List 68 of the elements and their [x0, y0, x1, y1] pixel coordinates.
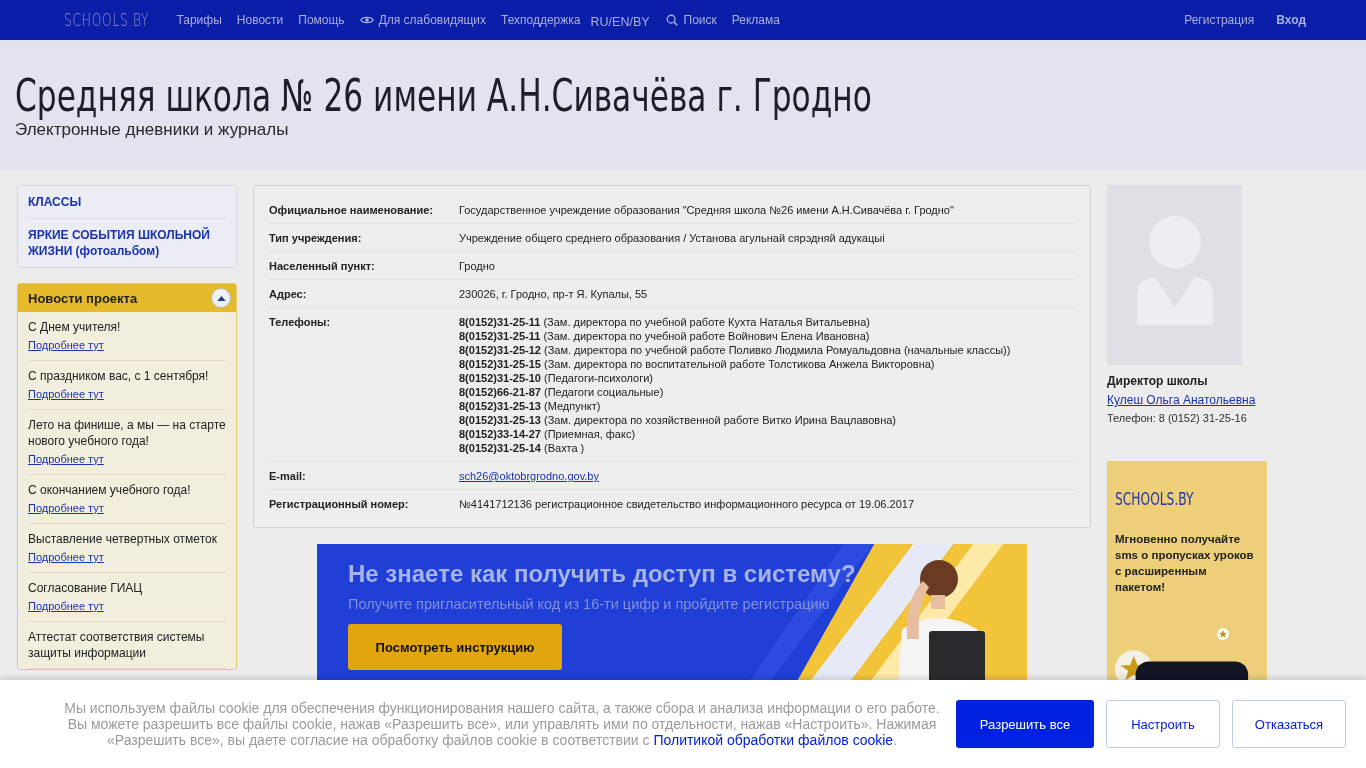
- news-title: Новости проекта: [28, 290, 138, 306]
- cookie-notice: Мы используем файлы cookie для обеспечения функционирования нашего сайта, а также сбора и анализа информации о его работе. Вы можете разрешить все файлы cookie, нажав «Разрешить все», или управлять ими по отдельности, нажав «Настроить». Нажимая «Разрешить все», вы даете согласие на обработку файлов cookie в соответствии с Политикой обработки файлов cookie.: [63, 700, 941, 748]
- banner-subheading: Получите пригласительный код из 16-ти цифр и пройдите регистрацию: [348, 596, 831, 612]
- info-label: E-mail:: [269, 469, 307, 483]
- info-value: Учреждение общего среднего образования / Установа агульнай сярэдняй адукацыі: [459, 231, 885, 245]
- ad-logo: SCHOOLS.BY: [1115, 489, 1194, 509]
- ad-text: Мгновенно получайте sms о пропусках уроков с расширенным пакетом!: [1115, 532, 1255, 595]
- more-link[interactable]: Подробнее тут: [28, 600, 104, 612]
- sidebar-item[interactable]: КЛАССЫ: [28, 186, 226, 219]
- instruction-button[interactable]: Посмотреть инструкцию: [348, 624, 562, 670]
- eye-icon: [359, 14, 374, 26]
- director-name-link[interactable]: Кулеш Ольга Анатольевна: [1107, 393, 1267, 407]
- account-link[interactable]: Регистрация: [1184, 13, 1255, 27]
- info-label: Тип учреждения:: [269, 231, 363, 245]
- info-value: 230026, г. Гродно, пр-т Я. Купалы, 55: [459, 287, 648, 301]
- phone-line: 8(0152)31-25-15 (Зам. директора по воспитательной работе Толстикова Анжела Викторовна): [459, 357, 936, 371]
- phone-line: 8(0152)31-25-10 (Педагоги-психологи): [459, 371, 655, 385]
- info-label: Адрес:: [269, 287, 308, 301]
- more-link[interactable]: Подробнее тут: [28, 551, 104, 563]
- phone-line: 8(0152)31-25-11 (Зам. директора по учебной работе Войнович Елена Ивановна): [459, 329, 871, 343]
- cookie-button[interactable]: Разрешить все: [956, 700, 1094, 748]
- news-item-title: С праздником вас, с 1 сентября!: [28, 368, 210, 384]
- phone-line: 8(0152)31-25-13 (Медпункт): [459, 399, 602, 413]
- more-link[interactable]: Подробнее тут: [28, 502, 104, 514]
- nav-link[interactable]: Техподдержка: [500, 13, 581, 27]
- nav-link[interactable]: Для слабовидящих: [359, 13, 486, 27]
- info-label: Телефоны:: [269, 315, 332, 330]
- phone-line: 8(0152)33-14-27 (Приемная, факс): [459, 427, 637, 441]
- info-label: Населенный пункт:: [269, 259, 376, 273]
- info-value: Государственное учреждение образования "Средняя школа №26 имени А.Н.Сивачёва г. Гродно": [459, 203, 954, 217]
- collapse-button[interactable]: [211, 288, 231, 308]
- email-link[interactable]: sch26@oktobrgrodno.gov.by: [459, 469, 599, 483]
- news-item-title: Аттестат соответствия системы защиты информации: [28, 629, 206, 661]
- news-item-title: Согласование ГИАЦ: [28, 580, 144, 596]
- star-icon: [1217, 628, 1229, 640]
- nav-link[interactable]: Тарифы: [176, 13, 222, 27]
- phone-line: 8(0152)66-21-87 (Педагоги социальные): [459, 385, 665, 399]
- cookie-policy-link[interactable]: Политикой обработки файлов cookie: [653, 732, 894, 748]
- news-item-title: С окончанием учебного года!: [28, 482, 192, 498]
- news-item-title: Выставление четвертных отметок: [28, 531, 218, 547]
- more-link[interactable]: Подробнее тут: [28, 388, 104, 400]
- info-value: Гродно: [459, 259, 495, 273]
- nav-link[interactable]: Новости: [236, 13, 284, 27]
- phone-line: 8(0152)31-25-11 (Зам. директора по учебной работе Кухта Наталья Витальевна): [459, 315, 871, 329]
- info-value: №4141712136 регистрационное свидетельство информационного ресурса от 19.06.2017: [459, 497, 914, 511]
- nav-link[interactable]: Помощь: [298, 13, 345, 27]
- phone-line: 8(0152)31-25-13 (Зам. директора по хозяйственной работе Витко Ирина Вацлавовна): [459, 413, 898, 427]
- director-phone: Телефон: 8 (0152) 31-25-16: [1107, 412, 1248, 424]
- news-item-title: Лето на финише, а мы — на старте нового учебного года!: [28, 417, 226, 449]
- nav-link[interactable]: Поиск: [664, 13, 717, 27]
- site-logo[interactable]: SCHOOLS.BY: [64, 10, 150, 30]
- cookie-button[interactable]: Отказаться: [1232, 700, 1346, 748]
- cookie-button[interactable]: Настроить: [1106, 700, 1220, 748]
- phone-line: 8(0152)31-25-12 (Зам. директора по учебной работе Поливко Людмила Ромуальдовна (начальные классы)): [459, 343, 1011, 357]
- nav-link[interactable]: RU/EN/BY: [590, 14, 650, 29]
- caret-icon: [216, 295, 226, 301]
- account-link[interactable]: Вход: [1276, 13, 1306, 27]
- more-link[interactable]: Подробнее тут: [28, 453, 104, 465]
- banner-heading: Не знаете как получить доступ в систему?: [348, 560, 857, 588]
- sidebar-item[interactable]: ЯРКИЕ СОБЫТИЯ ШКОЛЬНОЙ ЖИЗНИ (фотоальбом): [28, 219, 226, 267]
- info-label: Регистрационный номер:: [269, 497, 410, 511]
- news-item-title: С Днем учителя!: [28, 319, 122, 335]
- phone-line: 8(0152)31-25-14 (Вахта ): [459, 441, 586, 455]
- search-icon: [664, 14, 679, 26]
- info-label: Официальное наименование:: [269, 203, 434, 217]
- nav-link[interactable]: Реклама: [731, 13, 780, 27]
- more-link[interactable]: Подробнее тут: [28, 339, 104, 351]
- director-caption: Директор школы: [1107, 374, 1209, 388]
